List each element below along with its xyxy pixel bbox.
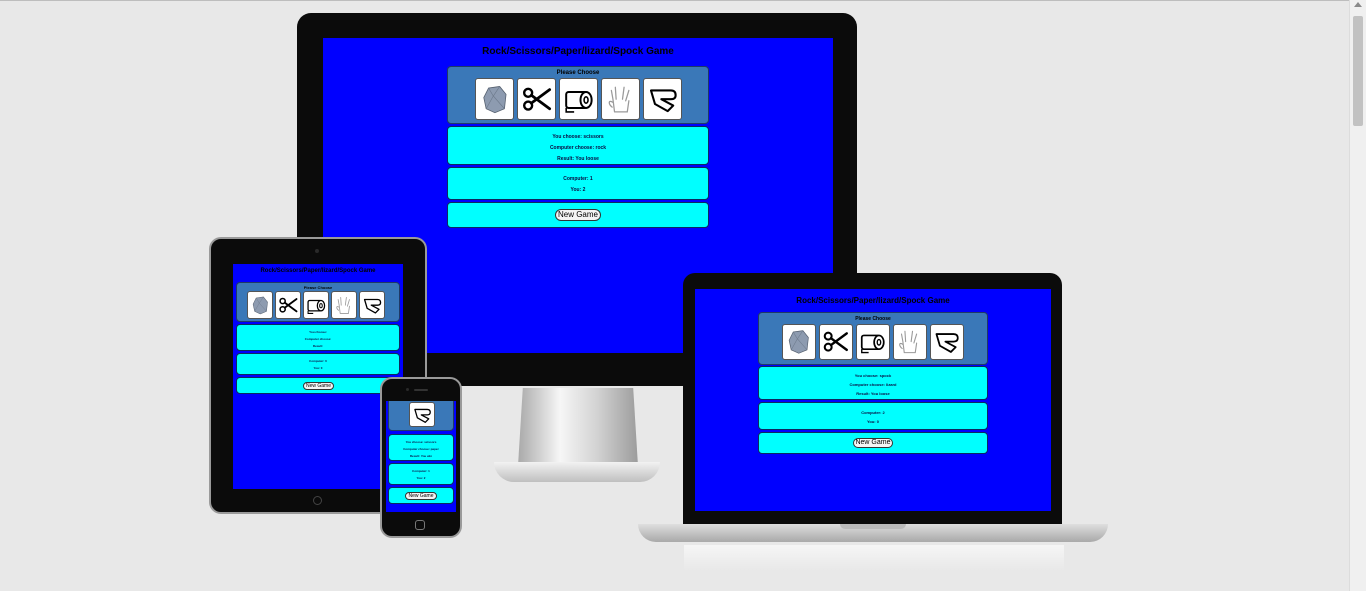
scissors-icon [822, 327, 850, 356]
rock-icon [785, 327, 813, 356]
new-game-button[interactable]: New Game [853, 438, 893, 448]
choose-panel: Please Choose [447, 66, 709, 124]
result-text: Result: You loose [557, 156, 599, 162]
choose-panel: Please Choose [758, 312, 988, 365]
lizard-hand-icon [412, 405, 433, 425]
new-game-button[interactable]: New Game [555, 209, 601, 221]
paper-roll-icon [563, 82, 595, 116]
phone-camera [406, 388, 409, 391]
choice-rock-button[interactable] [247, 291, 273, 319]
choice-lizard-button[interactable] [409, 402, 435, 427]
rock-icon [250, 294, 271, 316]
tablet-home-button[interactable] [313, 496, 322, 505]
choice-lizard-button[interactable] [930, 324, 964, 360]
scroll-up-arrow-icon[interactable] [1354, 2, 1362, 7]
choice-spock-button[interactable] [893, 324, 927, 360]
spock-hand-icon [334, 294, 355, 316]
scissors-icon [521, 82, 553, 116]
choice-buttons [475, 78, 682, 120]
choice-paper-button[interactable] [303, 291, 329, 319]
monitor-stand-base [494, 462, 660, 482]
computer-score-text: Computer: 1 [563, 176, 593, 182]
window-top-border [0, 0, 1366, 1]
paper-roll-icon [859, 327, 887, 356]
choose-panel: Please Choose [236, 282, 400, 322]
you-score-text: You: 2 [570, 187, 586, 193]
please-choose-label: Please Choose [303, 285, 333, 290]
choose-panel [388, 401, 454, 431]
result-panel: You choose: scissors Computer choose: ro… [447, 126, 709, 165]
spock-hand-icon [605, 82, 637, 116]
computer-chose-text: Computer choose: lizard [849, 382, 897, 387]
choice-buttons [409, 402, 435, 427]
lizard-hand-icon [647, 82, 679, 116]
new-game-panel: New Game [388, 487, 454, 504]
lizard-hand-icon [933, 327, 961, 356]
page-scrollbar[interactable] [1349, 0, 1366, 591]
score-panel: Computer: 1 You: 2 [447, 167, 709, 200]
phone-screen: You choose: scissors Computer choose: pa… [386, 401, 456, 512]
choice-paper-button[interactable] [559, 78, 598, 120]
choice-lizard-button[interactable] [359, 291, 385, 319]
please-choose-label: Please Choose [855, 316, 891, 322]
result-panel: You choose: Computer choose: Result: [236, 324, 400, 351]
rock-icon [479, 82, 511, 116]
new-game-panel: New Game [758, 432, 988, 454]
choice-scissors-button[interactable] [819, 324, 853, 360]
tablet-camera [315, 249, 319, 253]
paper-roll-icon [306, 294, 327, 316]
tablet-screen: Rock/Scissors/Paper/lizard/Spock Game Pl… [233, 264, 403, 489]
lizard-hand-icon [362, 294, 383, 316]
new-game-panel: New Game [447, 202, 709, 228]
new-game-button[interactable]: New Game [405, 492, 437, 500]
monitor-stand [518, 388, 638, 466]
you-chose-text: You choose: spock [854, 373, 892, 378]
you-score-text: You: 2 [416, 476, 426, 480]
score-panel: Computer: 2 You: 0 [758, 402, 988, 430]
scroll-thumb[interactable] [1353, 16, 1363, 126]
phone-home-button[interactable] [415, 520, 425, 530]
result-text: Result: [312, 344, 324, 348]
choice-rock-button[interactable] [475, 78, 514, 120]
choice-buttons [782, 324, 964, 360]
computer-score-text: Computer: 0 [309, 359, 327, 363]
result-text: Result: You loose [856, 391, 890, 396]
game-title: Rock/Scissors/Paper/lizard/Spock Game [260, 268, 376, 274]
you-score-text: You: 0 [313, 366, 323, 370]
computer-chose-text: Computer choose: rock [549, 145, 607, 151]
spock-hand-icon [896, 327, 924, 356]
computer-score-text: Computer: 1 [412, 469, 430, 473]
choice-lizard-button[interactable] [643, 78, 682, 120]
scissors-icon [278, 294, 299, 316]
choice-scissors-button[interactable] [275, 291, 301, 319]
game-title: Rock/Scissors/Paper/lizard/Spock Game [482, 46, 674, 57]
laptop-screen: Rock/Scissors/Paper/lizard/Spock Game Pl… [695, 289, 1051, 511]
game-title: Rock/Scissors/Paper/lizard/Spock Game [796, 296, 950, 305]
laptop-notch [840, 524, 906, 529]
you-score-text: You: 0 [867, 419, 879, 424]
please-choose-label: Please Choose [556, 70, 600, 76]
phone-speaker [414, 389, 428, 391]
choice-buttons [247, 291, 385, 319]
computer-score-text: Computer: 2 [861, 410, 885, 415]
choice-spock-button[interactable] [601, 78, 640, 120]
you-chose-text: You choose: scissors [552, 134, 604, 140]
computer-chose-text: Computer choose: paper [403, 447, 439, 451]
result-text: Result: You win [409, 454, 433, 458]
choice-spock-button[interactable] [331, 291, 357, 319]
result-panel: You choose: scissors Computer choose: pa… [388, 434, 454, 461]
laptop-reflection [684, 545, 1064, 571]
choice-rock-button[interactable] [782, 324, 816, 360]
choice-paper-button[interactable] [856, 324, 890, 360]
you-chose-text: You choose: [309, 330, 327, 334]
new-game-panel: New Game [236, 377, 400, 394]
score-panel: Computer: 1 You: 2 [388, 463, 454, 485]
computer-chose-text: Computer choose: [304, 337, 332, 341]
score-panel: Computer: 0 You: 0 [236, 353, 400, 375]
result-panel: You choose: spock Computer choose: lizar… [758, 366, 988, 400]
choice-scissors-button[interactable] [517, 78, 556, 120]
you-chose-text: You choose: scissors [405, 440, 437, 444]
new-game-button[interactable]: New Game [303, 382, 334, 390]
